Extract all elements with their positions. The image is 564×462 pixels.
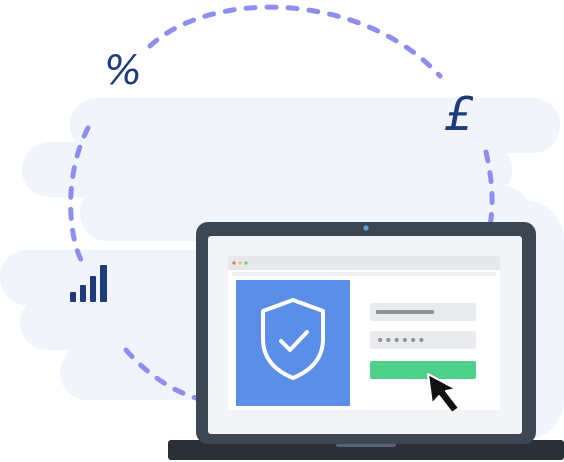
browser-titlebar	[228, 256, 500, 270]
laptop: ••••••	[168, 222, 564, 460]
scene-canvas: % £ ••••••	[0, 4, 564, 460]
orbit-top-arc	[147, 4, 443, 79]
percent-symbol: %	[104, 48, 142, 94]
username-placeholder-line	[376, 310, 434, 314]
window-maximize-dot	[244, 261, 248, 265]
window-minimize-dot	[238, 261, 242, 265]
webcam-dot	[363, 225, 369, 231]
browser-toolbar	[232, 272, 496, 276]
submit-button[interactable]	[370, 361, 476, 379]
signal-bar-4	[100, 265, 107, 302]
security-illustration: % £ ••••••	[0, 0, 564, 462]
signal-bar-3	[90, 276, 96, 302]
pound-symbol: £	[444, 87, 474, 141]
browser-window: ••••••	[228, 256, 500, 410]
signal-bar-2	[80, 285, 86, 302]
password-mask: ••••••	[376, 333, 426, 349]
signal-bar-1	[70, 292, 76, 302]
login-form: ••••••	[370, 303, 476, 379]
window-close-dot	[232, 261, 236, 265]
